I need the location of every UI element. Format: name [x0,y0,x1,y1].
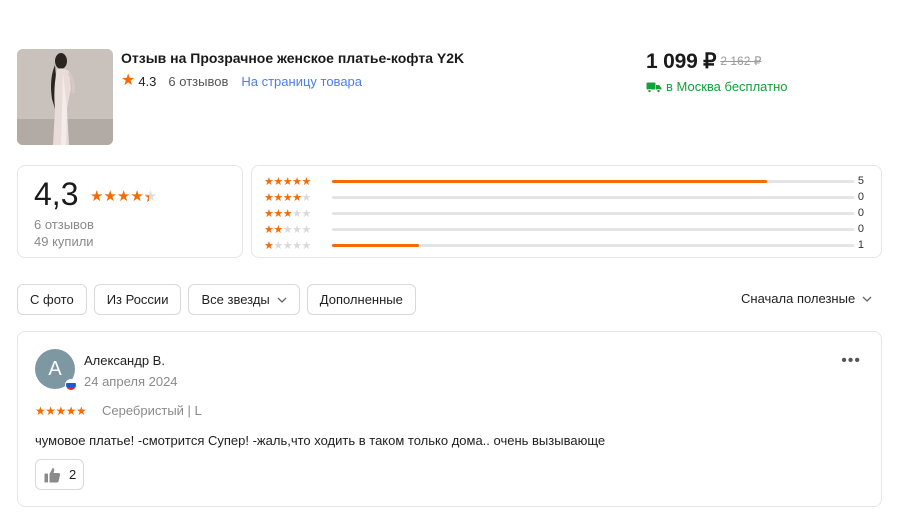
product-photo-icon [17,49,113,145]
sort-label: Сначала полезные [741,291,856,306]
distribution-bar [332,179,854,183]
filter-with-photo-label: С фото [30,292,74,307]
filter-all-stars-label: Все звезды [201,292,270,307]
summary-reviews: 6 отзывов [34,217,94,232]
rating-distribution: ★★★★★ 5 ★★★★★ 0 ★★★★★ 0 ★★★★★ 0 ★★★★★ 1 [251,165,882,258]
chevron-down-icon [862,296,872,302]
russia-flag-icon [65,379,77,391]
delivery-info: в Москва бесплатно [646,79,787,94]
distribution-bar [332,195,854,199]
distribution-row-4[interactable]: ★★★★★ 0 [264,191,874,204]
row-stars-icon: ★★★★★ [264,175,311,188]
distribution-bar-fill [332,243,420,247]
filter-supplemented-label: Дополненные [319,292,403,307]
row-stars-icon: ★★★★★ [264,223,311,236]
delivery-text: в Москва бесплатно [666,79,788,94]
price-block: 1 099 ₽2 162 ₽ в Москва бесплатно [646,49,787,94]
more-options-icon[interactable]: ••• [841,352,861,370]
review-text: чумовое платье! -смотрится Супер! -жаль,… [35,433,606,448]
product-page-link[interactable]: На страницу товара [241,74,362,89]
distribution-count: 5 [857,175,864,187]
distribution-bar [332,243,854,247]
old-price: 2 162 ₽ [720,54,762,68]
review-card: А Александр В. 24 апреля 2024 ••• ★★★★★ … [17,331,882,507]
row-stars-icon: ★★★★★ [264,207,311,220]
filter-from-russia-label: Из России [106,292,169,307]
filter-with-photo[interactable]: С фото [17,284,87,315]
star-icon: ★ [121,72,136,89]
sort-dropdown[interactable]: Сначала полезные [741,291,872,306]
rating-stars-icon: ★★★★★★ [90,188,158,206]
distribution-row-1[interactable]: ★★★★★ 1 [264,239,874,252]
distribution-count: 0 [857,207,864,219]
filter-all-stars[interactable]: Все звезды [188,284,300,315]
truck-icon [646,82,662,93]
rating-summary: 4,3 ★★★★★★ 6 отзывов 49 купили [17,165,243,258]
distribution-bar-fill [332,179,767,183]
product-header: Отзыв на Прозрачное женское платье-кофта… [17,49,887,145]
distribution-row-3[interactable]: ★★★★★ 0 [264,207,874,220]
distribution-count: 0 [857,223,864,235]
product-title: Отзыв на Прозрачное женское платье-кофта… [121,50,465,66]
like-count: 2 [69,467,77,482]
review-date: 24 апреля 2024 [84,374,178,389]
distribution-count: 1 [857,239,864,251]
current-price: 1 099 ₽ [646,50,717,73]
distribution-bar [332,211,854,215]
summary-bought: 49 купили [34,234,94,249]
reviews-count: 6 отзывов [168,73,229,89]
distribution-row-5[interactable]: ★★★★★ 5 [264,175,874,188]
filter-from-russia[interactable]: Из России [93,284,182,315]
review-variant: Серебристый | L [102,403,202,418]
distribution-row-2[interactable]: ★★★★★ 0 [264,223,874,236]
thumbs-up-icon [44,467,61,482]
product-rating: 4.3 [138,73,157,89]
row-stars-icon: ★★★★★ [264,191,311,204]
row-stars-icon: ★★★★★ [264,239,311,252]
average-rating: 4,3 [34,176,79,212]
review-filters: С фото Из России Все звезды Дополненные [17,284,423,315]
chevron-down-icon [277,297,287,303]
review-author: Александр В. [84,353,165,368]
review-stars-icon: ★★★★★ [35,404,87,418]
product-thumbnail[interactable] [17,49,113,145]
product-meta: ★ 4.3 6 отзывов На страницу товара [121,73,362,89]
like-button[interactable]: 2 [35,459,84,490]
distribution-count: 0 [857,191,864,203]
filter-supplemented[interactable]: Дополненные [306,284,416,315]
distribution-bar [332,227,854,231]
